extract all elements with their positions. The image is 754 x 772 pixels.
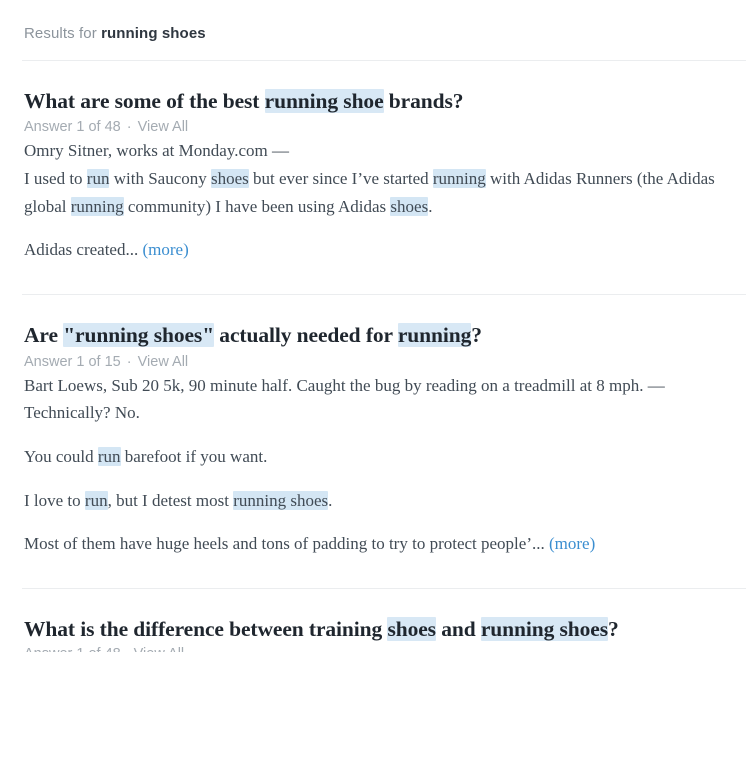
search-term-highlight: running shoe <box>264 89 384 113</box>
search-term-highlight: shoes <box>387 617 436 642</box>
body-text: Bart Loews, Sub 20 5k, 90 minute half. C… <box>24 375 665 395</box>
answer-paragraph: I used to run with Saucony shoes but eve… <box>24 165 746 220</box>
more-link[interactable]: (more) <box>549 534 595 553</box>
results-header: Results for running shoes <box>24 0 746 42</box>
title-text: What is the difference between training <box>24 617 388 642</box>
body-text: I love to <box>24 490 85 510</box>
answer-count: Answer 1 of 15 <box>24 353 121 370</box>
body-text: . <box>328 490 333 510</box>
search-result: What are some of the best running shoe b… <box>24 61 746 294</box>
meta-separator: · <box>121 646 134 652</box>
body-text: Technically? No. <box>24 403 140 423</box>
question-title-link[interactable]: Are "running shoes" actually needed for … <box>24 295 746 349</box>
search-term-highlight: running <box>70 196 124 216</box>
view-all-link[interactable]: View All <box>138 354 189 370</box>
title-text: Are <box>24 323 64 348</box>
results-list: What are some of the best running shoe b… <box>22 61 746 652</box>
answer-paragraph: Technically? No. <box>24 399 746 427</box>
search-result: What is the difference between training … <box>24 589 746 652</box>
search-result: Are "running shoes" actually needed for … <box>24 295 746 588</box>
answer-paragraph: Omry Sitner, works at Monday.com — <box>24 135 746 165</box>
question-title-link[interactable]: What is the difference between training … <box>24 589 746 643</box>
answer-count: Answer 1 of 48 <box>24 119 121 136</box>
results-header-query: running shoes <box>101 25 206 42</box>
body-text: Omry Sitner, works at Monday.com — <box>24 141 289 161</box>
search-term-highlight: running <box>397 323 472 348</box>
title-text: What are some of the best <box>24 89 265 113</box>
body-text: Most of them have huge heels and tons of… <box>24 534 549 554</box>
answer-meta: Answer 1 of 48 · View All <box>24 646 746 652</box>
answer-paragraph: Most of them have huge heels and tons of… <box>24 530 746 558</box>
title-text: actually needed for <box>214 323 398 348</box>
answer-paragraph: You could run barefoot if you want. <box>24 443 746 471</box>
search-term-highlight: shoes <box>390 196 429 216</box>
view-all-link[interactable]: View All <box>134 646 185 652</box>
search-term-highlight: run <box>97 446 121 466</box>
view-all-link[interactable]: View All <box>138 119 189 135</box>
answer-paragraph: Bart Loews, Sub 20 5k, 90 minute half. C… <box>24 370 746 400</box>
search-term-highlight: run <box>84 490 108 510</box>
question-title-link[interactable]: What are some of the best running shoe b… <box>24 61 746 115</box>
body-text: but ever since I’ve started <box>248 169 433 189</box>
body-text: I used to <box>24 169 87 189</box>
search-term-highlight: running <box>432 169 486 189</box>
title-text: ? <box>608 617 619 642</box>
search-term-highlight: "running shoes" <box>63 323 215 348</box>
answer-paragraph: Adidas created... (more) <box>24 236 746 264</box>
body-text: You could <box>24 446 98 466</box>
search-term-highlight: running shoes <box>233 490 329 510</box>
body-text: with Saucony <box>109 169 211 189</box>
search-term-highlight: run <box>86 169 110 189</box>
body-text: Adidas created... <box>24 240 143 260</box>
answer-meta: Answer 1 of 15 · View All <box>24 354 746 370</box>
body-text: community) I have been using Adidas <box>123 196 391 216</box>
search-term-highlight: running shoes <box>480 617 609 642</box>
answer-count: Answer 1 of 48 <box>24 646 121 652</box>
answer-meta: Answer 1 of 48 · View All <box>24 119 746 135</box>
body-text: . <box>428 196 433 216</box>
meta-separator: · <box>122 119 136 136</box>
body-text: , but I detest most <box>107 490 234 510</box>
answer-paragraph: I love to run, but I detest most running… <box>24 487 746 515</box>
title-text: ? <box>471 323 482 348</box>
result-spacer <box>24 264 746 294</box>
title-text: brands? <box>383 89 464 113</box>
results-header-prefix: Results for <box>24 25 102 42</box>
search-results-page: Results for running shoes What are some … <box>0 0 754 772</box>
result-spacer <box>24 558 746 588</box>
meta-separator: · <box>122 353 136 370</box>
more-link[interactable]: (more) <box>142 240 188 259</box>
search-term-highlight: shoes <box>211 169 249 189</box>
title-text: and <box>435 617 481 642</box>
body-text: barefoot if you want. <box>120 446 268 466</box>
